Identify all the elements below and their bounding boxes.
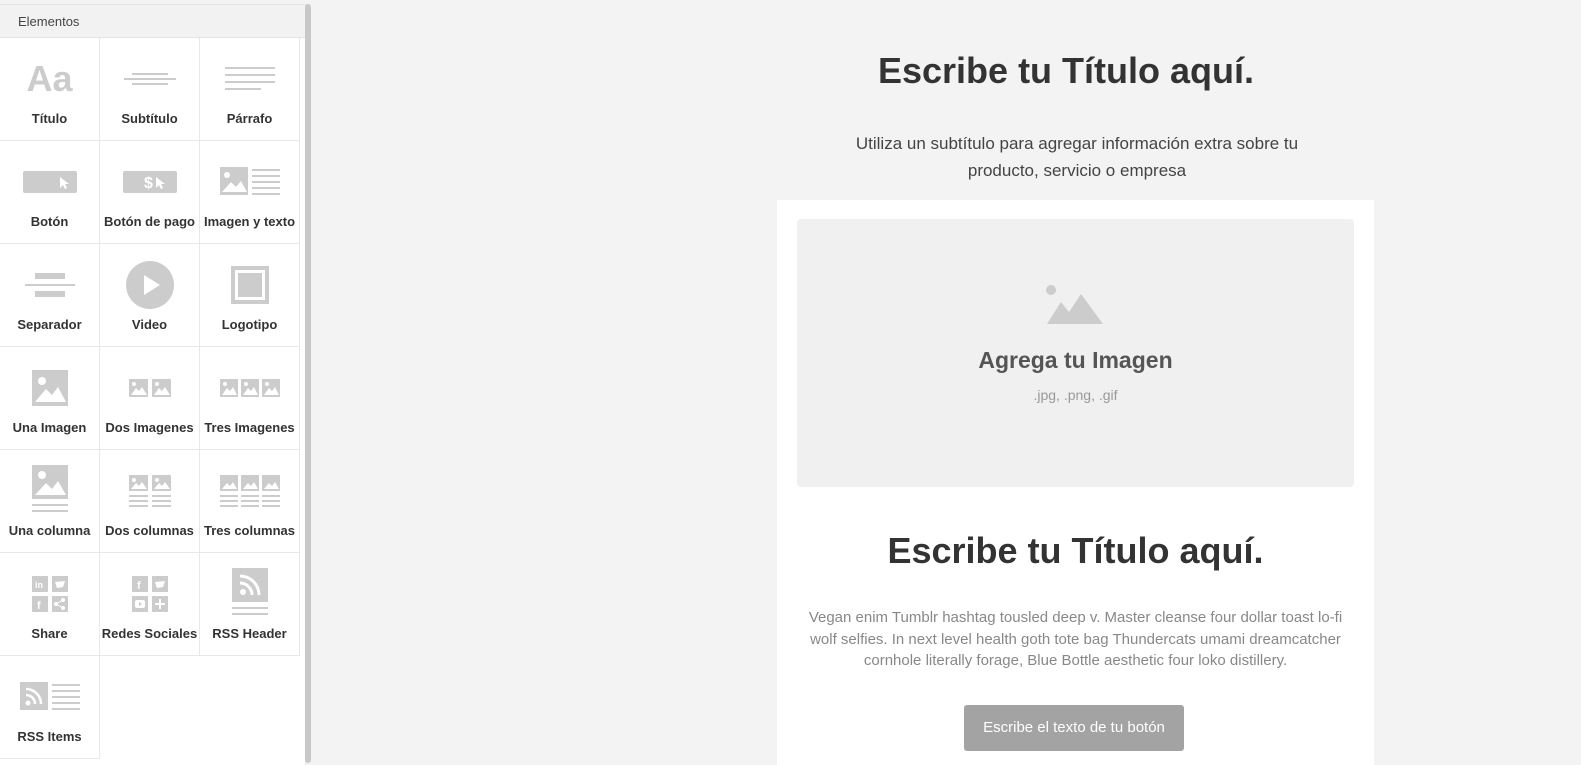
element-two-columns[interactable]: Dos columnas [100, 450, 200, 553]
elements-sidebar: Elementos Aa Título Subtítulo Párrafo Bo… [0, 4, 311, 765]
email-editor: Elementos Aa Título Subtítulo Párrafo Bo… [0, 0, 1581, 765]
svg-text:f: f [137, 580, 141, 592]
element-label: Share [31, 626, 68, 641]
element-label: Párrafo [226, 111, 273, 126]
cta-button[interactable]: Escribe el texto de tu botón [964, 705, 1184, 751]
element-image-text[interactable]: Imagen y texto [200, 141, 300, 244]
rss-header-icon [200, 567, 299, 617]
block-title[interactable]: Escribe tu Título aquí. [777, 530, 1374, 572]
image-text-icon [200, 157, 299, 207]
element-one-column[interactable]: Una columna [0, 450, 100, 553]
element-label: Dos columnas [105, 523, 194, 538]
separator-icon [0, 260, 99, 310]
image-dropzone[interactable]: Agrega tu Imagen .jpg, .png, .gif [797, 219, 1354, 487]
element-label: Tres columnas [203, 523, 296, 538]
element-label: Separador [17, 317, 82, 332]
payment-button-icon: $ [100, 157, 199, 207]
element-paragraph[interactable]: Párrafo [200, 38, 300, 141]
element-label: Dos Imagenes [105, 420, 194, 435]
one-column-icon [0, 464, 99, 514]
element-label: Imagen y texto [203, 214, 296, 229]
element-button[interactable]: Botón [0, 141, 100, 244]
element-label: Subtítulo [121, 111, 178, 126]
element-label: Título [31, 111, 68, 126]
image-placeholder-icon [1045, 284, 1103, 329]
element-separator[interactable]: Separador [0, 244, 100, 347]
element-label: Video [131, 317, 168, 332]
title-icon: Aa [26, 58, 73, 99]
block-paragraph[interactable]: Vegan enim Tumblr hashtag tousled deep v… [802, 607, 1349, 672]
three-columns-icon [200, 466, 299, 516]
element-video[interactable]: Video [100, 244, 200, 347]
share-icon: in f [0, 569, 99, 619]
logo-icon [200, 260, 299, 310]
sidebar-header: Elementos [0, 4, 305, 38]
paragraph-icon [200, 54, 299, 104]
two-images-icon [100, 363, 199, 413]
element-rss-header[interactable]: RSS Header [200, 553, 300, 656]
one-image-icon [0, 363, 99, 413]
element-label: Tres Imagenes [204, 420, 295, 435]
svg-text:in: in [35, 580, 43, 590]
video-icon [100, 260, 199, 310]
element-three-columns[interactable]: Tres columnas [200, 450, 300, 553]
element-social-networks[interactable]: f Redes Sociales [100, 553, 200, 656]
element-label: Una columna [8, 523, 91, 538]
subtitle-icon [100, 54, 199, 104]
element-logo[interactable]: Logotipo [200, 244, 300, 347]
element-rss-items[interactable]: RSS Items [0, 656, 100, 759]
element-three-images[interactable]: Tres Imagenes [200, 347, 300, 450]
element-label: Una Imagen [12, 420, 87, 435]
social-networks-icon: f [100, 569, 199, 619]
element-label: Botón [30, 214, 69, 229]
svg-text:$: $ [144, 175, 153, 192]
email-title[interactable]: Escribe tu Título aquí. [311, 50, 1581, 92]
element-label: Redes Sociales [101, 626, 198, 641]
two-columns-icon [100, 466, 199, 516]
image-dropzone-formats: .jpg, .png, .gif [1033, 387, 1118, 403]
rss-items-icon [0, 672, 99, 722]
button-icon [0, 157, 99, 207]
element-payment-button[interactable]: $ Botón de pago [100, 141, 200, 244]
image-dropzone-title: Agrega tu Imagen [978, 347, 1173, 373]
element-one-image[interactable]: Una Imagen [0, 347, 100, 450]
svg-text:f: f [37, 600, 41, 612]
element-label: RSS Items [17, 729, 82, 744]
element-label: RSS Header [212, 626, 287, 641]
element-subtitle[interactable]: Subtítulo [100, 38, 200, 141]
element-share[interactable]: in f Share [0, 553, 100, 656]
email-subtitle[interactable]: Utiliza un subtítulo para agregar inform… [827, 130, 1327, 184]
element-label: Botón de pago [104, 214, 195, 229]
three-images-icon [200, 363, 299, 413]
email-canvas: Escribe tu Título aquí. Utiliza un subtí… [311, 0, 1581, 765]
content-block: Agrega tu Imagen .jpg, .png, .gif Escrib… [777, 200, 1374, 765]
element-title[interactable]: Aa Título [0, 38, 100, 141]
element-two-images[interactable]: Dos Imagenes [100, 347, 200, 450]
element-label: Logotipo [221, 317, 278, 332]
